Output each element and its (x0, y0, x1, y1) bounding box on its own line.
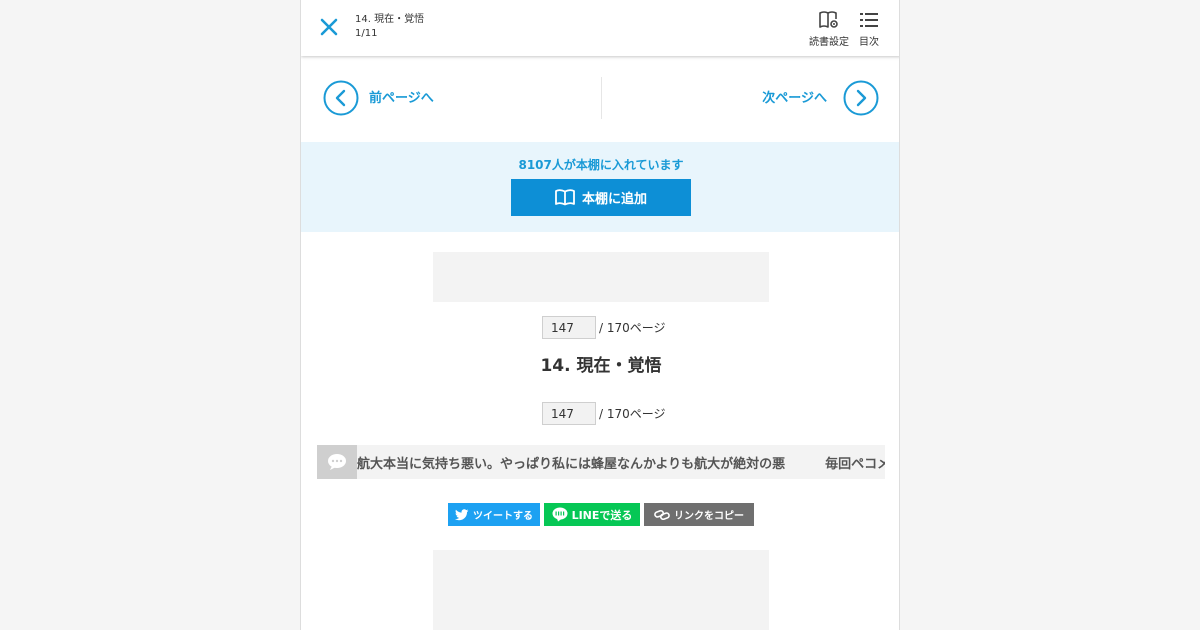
reader-page: 14. 現在・覚悟 1/11 読書設定 目次 前ページへ 次ページへ 8107人… (300, 0, 900, 630)
tweet-button[interactable]: ツイートする (448, 503, 540, 526)
reading-settings-label: 読書設定 (809, 37, 849, 48)
comment-item: 航大本当に気持ち悪い。やっぱり私には蜂屋なんかよりも航大が絶対の悪 (357, 456, 786, 472)
open-book-icon (555, 189, 575, 206)
page-number-input[interactable] (542, 316, 596, 339)
toc-label: 目次 (859, 37, 879, 48)
link-icon (654, 509, 670, 520)
chapter-title: 14. 現在・覚悟 (355, 14, 425, 25)
pager-divider (601, 77, 602, 119)
close-icon (320, 18, 338, 36)
list-icon (860, 13, 878, 27)
chevron-right-circle-icon (843, 80, 879, 116)
book-gear-icon (819, 11, 838, 28)
page-jump-bottom: / 170ページ (542, 402, 666, 425)
reader-header: 14. 現在・覚悟 1/11 読書設定 目次 (301, 0, 899, 56)
ad-placeholder-top (433, 252, 769, 302)
line-logo-icon (552, 507, 568, 522)
ad-placeholder-bottom (433, 550, 769, 630)
copy-link-button[interactable]: リンクをコピー (644, 503, 754, 526)
toc-button[interactable]: 目次 (855, 10, 883, 52)
page-jump-top: / 170ページ (542, 316, 666, 339)
comment-ticker[interactable]: 航大本当に気持ち悪い。やっぱり私には蜂屋なんかよりも航大が絶対の悪 毎回ペコメ (317, 445, 885, 479)
chapter-count: 1/11 (355, 28, 378, 39)
speech-bubble-icon (328, 454, 346, 470)
reading-settings-button[interactable]: 読書設定 (807, 10, 851, 52)
comment-icon-box (317, 445, 357, 479)
page-total: / 170ページ (599, 407, 666, 421)
tweet-label: ツイートする (473, 511, 533, 522)
comment-item: 毎回ペコメ (825, 456, 885, 472)
prev-page-link[interactable]: 前ページへ (323, 80, 443, 116)
twitter-bird-icon (455, 508, 469, 520)
page-total: / 170ページ (599, 321, 666, 335)
chevron-left-circle-icon (323, 80, 359, 116)
prev-page-label: 前ページへ (369, 91, 434, 106)
add-to-bookshelf-button[interactable]: 本棚に追加 (511, 179, 691, 216)
close-button[interactable] (315, 13, 343, 41)
page-number-input[interactable] (542, 402, 596, 425)
next-page-link[interactable]: 次ページへ (761, 80, 881, 116)
line-share-label: LINEで送る (571, 508, 633, 522)
next-page-label: 次ページへ (762, 91, 827, 106)
bookshelf-count: 8107人が本棚に入れています (518, 158, 684, 172)
episode-title: 14. 現在・覚悟 (540, 356, 662, 376)
page-navigation: 前ページへ 次ページへ (301, 56, 899, 142)
share-buttons: ツイートする LINEで送る リンクをコピー (448, 503, 754, 526)
bookshelf-panel: 8107人が本棚に入れています 本棚に追加 (301, 142, 899, 232)
copy-link-label: リンクをコピー (674, 511, 744, 522)
line-share-button[interactable]: LINEで送る (544, 503, 640, 526)
comment-track: 航大本当に気持ち悪い。やっぱり私には蜂屋なんかよりも航大が絶対の悪 毎回ペコメ (357, 445, 885, 479)
add-to-bookshelf-label: 本棚に追加 (581, 192, 647, 207)
